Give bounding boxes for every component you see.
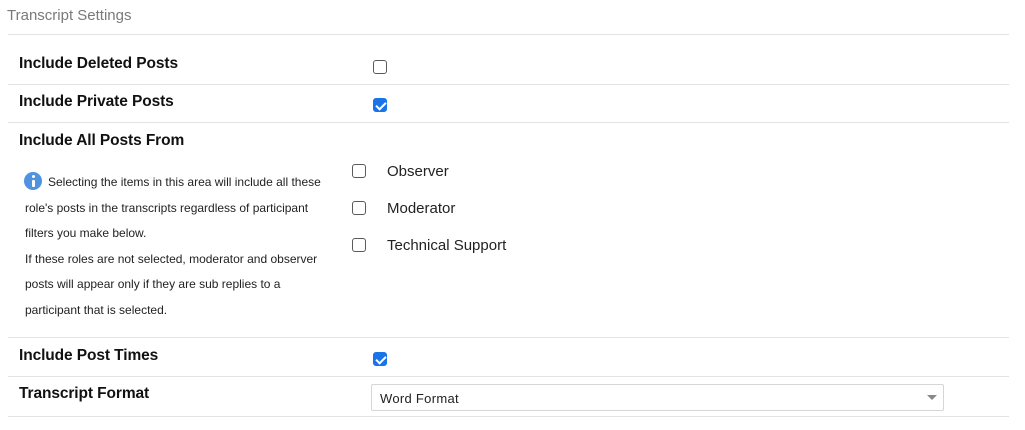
divider	[8, 376, 1009, 377]
divider	[8, 34, 1009, 35]
include-deleted-posts-checkbox[interactable]	[373, 60, 387, 74]
divider	[8, 416, 1009, 417]
observer-label[interactable]: Observer	[387, 163, 449, 180]
include-deleted-posts-label: Include Deleted Posts	[19, 55, 178, 72]
include-private-posts-label: Include Private Posts	[19, 93, 174, 110]
include-all-posts-from-label: Include All Posts From	[19, 132, 185, 149]
technical-support-label[interactable]: Technical Support	[387, 237, 506, 254]
transcript-format-select[interactable]: Word Format	[371, 384, 944, 411]
observer-checkbox[interactable]	[352, 164, 366, 178]
moderator-label[interactable]: Moderator	[387, 200, 455, 217]
moderator-checkbox[interactable]	[352, 201, 366, 215]
info-line: role's posts in the transcripts regardle…	[25, 200, 309, 215]
transcript-format-label: Transcript Format	[19, 385, 150, 402]
info-line: filters you make below.	[25, 226, 147, 240]
info-line: posts will appear only if they are sub r…	[25, 277, 281, 291]
include-private-posts-checkbox[interactable]	[373, 98, 387, 112]
chevron-down-icon	[927, 395, 937, 400]
info-line: participant that is selected.	[25, 302, 168, 317]
divider	[8, 84, 1009, 85]
divider	[8, 122, 1009, 123]
transcript-format-value: Word Format	[380, 391, 459, 406]
info-line: Selecting the items in this area will in…	[48, 175, 321, 189]
include-post-times-label: Include Post Times	[19, 347, 159, 364]
divider	[8, 337, 1009, 338]
section-title: Transcript Settings	[7, 7, 132, 24]
info-text: Selecting the items in this area will in…	[25, 170, 340, 323]
include-post-times-checkbox[interactable]	[373, 352, 387, 366]
info-line: If these roles are not selected, moderat…	[25, 251, 318, 266]
technical-support-checkbox[interactable]	[352, 238, 366, 252]
